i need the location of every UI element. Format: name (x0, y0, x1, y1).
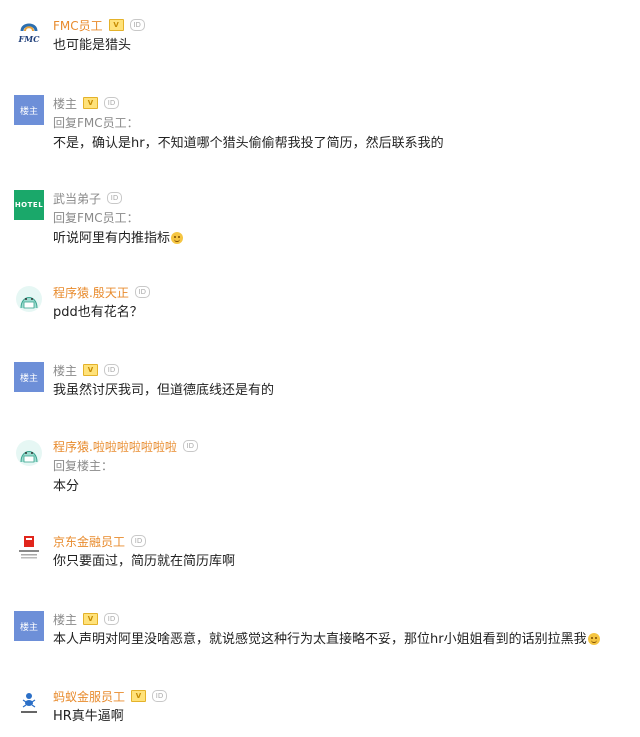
avatar[interactable]: 楼主 (14, 611, 44, 641)
avatar[interactable]: 楼主 (14, 95, 44, 125)
comment-text: 我虽然讨厌我司，但道德底线还是有的 (53, 383, 275, 398)
username[interactable]: 程序猿.啦啦啦啦啦啦啦 (53, 438, 177, 455)
vip-badge-icon: V (83, 364, 99, 376)
fmc-logo-icon: FMC (18, 23, 41, 44)
username[interactable]: 程序猿.殷天正 (53, 284, 129, 301)
coder-avatar-icon (16, 286, 42, 312)
username[interactable]: 楼主 (53, 611, 77, 628)
username[interactable]: 楼主 (53, 362, 77, 379)
avatar[interactable]: HOTEL (14, 190, 44, 220)
avatar[interactable] (14, 284, 44, 314)
vip-badge-icon: V (83, 97, 99, 109)
comment-text: 听说阿里有内推指标 (53, 230, 633, 248)
username[interactable]: 蚂蚁金服员工 (53, 688, 125, 705)
comment-text: HR真牛逼啊 (53, 709, 124, 724)
id-badge-icon: ID (131, 535, 147, 547)
id-badge-icon: ID (104, 97, 120, 109)
smile-emoji-icon (587, 633, 600, 645)
reply-to-label: 回复楼主： (53, 459, 114, 473)
comment-text: 也可能是猎头 (53, 38, 132, 53)
reply-to-label: 回复FMC员工： (53, 116, 139, 130)
id-badge-icon: ID (104, 613, 120, 625)
vip-badge-icon: V (83, 613, 99, 625)
avatar[interactable] (14, 533, 44, 563)
reply-to-label: 回复FMC员工： (53, 211, 139, 225)
vip-badge-icon: V (131, 690, 147, 702)
smile-emoji-icon (171, 232, 184, 244)
avatar[interactable]: 楼主 (14, 362, 44, 392)
id-badge-icon: ID (182, 440, 198, 452)
avatar[interactable] (14, 438, 44, 468)
comment-text: 不是，确认是hr，不知道哪个猎头偷偷帮我投了简历，然后联系我的 (53, 136, 444, 151)
id-badge-icon: ID (104, 364, 120, 376)
comment-text: pdd也有花名？ (53, 305, 143, 320)
avatar[interactable] (14, 688, 44, 718)
username[interactable]: 楼主 (53, 95, 77, 112)
comment-text: 你只要面过，简历就在简历库啊 (53, 554, 236, 569)
vip-badge-icon: V (108, 19, 124, 31)
id-badge-icon: ID (152, 690, 168, 702)
avatar[interactable]: FMC (14, 17, 44, 47)
comment-text: 本人声明对阿里没啥恶意，就说感觉这种行为太直接略不妥，那位hr小姐姐看到的话别拉… (53, 631, 633, 649)
id-badge-icon: ID (107, 192, 123, 204)
username[interactable]: FMC员工 (53, 17, 103, 34)
svg-text:FMC: FMC (18, 34, 41, 44)
username[interactable]: 武当弟子 (53, 190, 101, 207)
ant-financial-logo-icon (21, 693, 37, 713)
id-badge-icon: ID (129, 19, 145, 31)
jd-finance-logo-icon (19, 536, 39, 559)
username[interactable]: 京东金融员工 (53, 533, 125, 550)
coder-avatar-icon (16, 440, 42, 466)
comment-text: 本分 (53, 479, 80, 494)
id-badge-icon: ID (134, 286, 150, 298)
